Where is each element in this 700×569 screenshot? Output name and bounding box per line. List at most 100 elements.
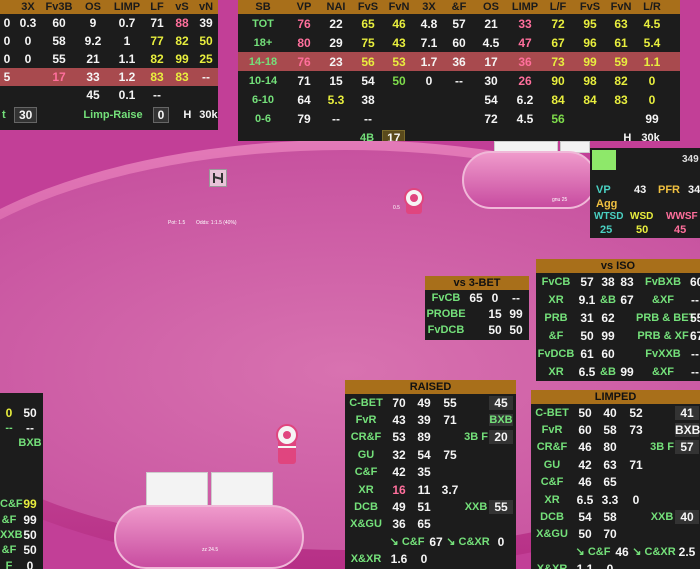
stat-cell: 76 <box>297 54 311 69</box>
raised-panel[interactable]: RAISED C-BET 70 49 55 45 FvR 43 39 71 BXB CR&F 53 89… <box>345 380 516 569</box>
stat-cell: 46 <box>615 544 629 559</box>
stat-cell: 53 <box>392 430 406 445</box>
vs-iso-row: &F 50 99 PRB & XF67 <box>536 327 700 345</box>
stat-cell: FvXXB <box>645 348 681 360</box>
top-hud-header: SB VP NAI FvS FvN 3X &F OS LIMP L/F FvS FvN L/R <box>238 0 680 14</box>
vs-iso-panel[interactable]: vs ISO FvCB573883FvBXB60XR9.1&B67&XF--PR… <box>536 259 700 381</box>
top-hud-row: 0-6 79 -- -- 72 4.5 56 99 <box>238 109 680 128</box>
bottom-left-row: -- -- <box>0 420 43 435</box>
stat-cell: 50 <box>580 329 594 343</box>
stat-cell: C&F <box>0 498 23 511</box>
stat-cell: 50 <box>578 527 592 542</box>
stat-cell: 77 <box>150 34 164 48</box>
agg-label: Agg <box>596 198 618 210</box>
stat-cell: 82 <box>614 73 628 88</box>
stat-cell: 57 <box>675 440 699 455</box>
top-seat-plaque[interactable]: gnu 25 <box>462 151 597 209</box>
stat-cell: 17 <box>52 70 66 84</box>
raised-row: GU 32 54 75 <box>345 446 516 463</box>
stat-cell: 0 <box>632 492 640 507</box>
stat-cell: PRB <box>544 312 568 324</box>
stat-cell: FvCB <box>541 276 571 288</box>
player-status-indicator <box>592 150 616 170</box>
limped-panel[interactable]: LIMPED C-BET 50 40 52 41 FvR 60 58 73 BXB CR&F 46 80… <box>531 390 700 569</box>
stat-cell: 65 <box>361 16 375 31</box>
stat-cell: 52 <box>629 405 643 420</box>
top-hud-col: &F <box>451 1 467 13</box>
limped-row: C-BET 50 40 52 41 <box>531 404 700 421</box>
bottom-left-row <box>0 451 43 466</box>
top-hud-panel[interactable]: SB VP NAI FvS FvN 3X &F OS LIMP L/F FvS FvN L/R TOT 7… <box>238 0 680 141</box>
stat-cell: 50 <box>509 323 523 337</box>
hands-value: 30k <box>199 109 218 121</box>
stat-cell: CR&F <box>536 441 568 454</box>
stat-cell: -- <box>5 421 13 434</box>
stat-cell: X&GU <box>350 518 382 531</box>
stat-cell: 2.5 <box>678 544 696 559</box>
stat-cell: 60 <box>52 16 66 30</box>
stat-cell: 83 <box>620 275 634 289</box>
stat-cell: 0 <box>491 291 499 305</box>
vp-value: 43 <box>634 184 647 196</box>
bottom-left-row <box>0 466 43 481</box>
hero-seat-plaque[interactable]: zz 24.5 <box>114 505 304 569</box>
stat-cell: 33 <box>518 16 532 31</box>
limped-row: CR&F 46 80 3B F 57 <box>531 439 700 456</box>
stat-cell: &XF <box>652 294 674 306</box>
poker-chip-icon <box>403 188 425 216</box>
stat-cell: 1.2 <box>118 70 136 84</box>
raised-row: ↘ C&F 67 ↘ C&XR 0 <box>345 533 516 550</box>
stat-cell: 90 <box>551 73 565 88</box>
stat-cell: 67 <box>551 35 565 50</box>
left-hud-panel[interactable]: 3X Fv3B OS LIMP LF vS vN 0 0.3 60 9 0.7 71 88 3… <box>0 0 218 130</box>
pot-text: Pot: 1.5 <box>168 220 186 226</box>
vs-3bet-panel[interactable]: vs 3-BET FvCB 65 0 -- PROBE 15 99 FvDCB 50 50 <box>425 276 529 340</box>
stat-cell: 46 <box>578 440 592 455</box>
bottom-left-panel[interactable]: 0 50 -- -- BXB C&F 99 &F 99 XXB 50 &F 50 F 0 <box>0 393 43 569</box>
stat-cell: 54 <box>417 447 431 462</box>
vs-iso-row: FvCB 57 38 83 FvBXB 60 <box>536 273 700 291</box>
stat-cell: 38 <box>601 275 615 289</box>
stat-cell: 50 <box>23 405 37 420</box>
stat-cell: 36 <box>452 54 466 69</box>
stat-cell: 3.7 <box>441 482 459 497</box>
stat-cell: 70 <box>603 527 617 542</box>
stat-cell: 7.1 <box>420 35 438 50</box>
stat-cell: 50 <box>23 543 37 558</box>
stat-cell: 15 <box>329 73 343 88</box>
stat-cell: 99 <box>645 111 659 126</box>
stat-cell: 55 <box>489 500 513 515</box>
stat-cell: 99 <box>620 365 634 379</box>
stat-cell: 22 <box>329 16 343 31</box>
stat-cell: GU <box>357 448 375 461</box>
stat-cell: 41 <box>675 405 699 420</box>
top-hands-value: 30k <box>641 132 660 141</box>
stat-cell: XXB <box>464 501 488 514</box>
top-hud-col: FvS <box>357 1 379 13</box>
stat-cell: 83 <box>150 70 164 84</box>
limped-row: DCB 54 58 XXB 40 <box>531 508 700 525</box>
vs-iso-row: XR 9.1 &B 67 &XF -- <box>536 291 700 309</box>
stat-cell: -- <box>202 70 210 84</box>
stat-cell: 40 <box>675 510 699 525</box>
stat-cell: 80 <box>603 440 617 455</box>
bottom-left-row: &F 50 <box>0 543 43 558</box>
stat-cell: 46 <box>578 475 592 490</box>
stat-cell: XR <box>548 366 564 378</box>
stat-cell: C-BET <box>349 396 383 409</box>
stat-cell: 95 <box>583 16 597 31</box>
left-hud-header: 3X Fv3B OS LIMP LF vS vN <box>0 0 218 14</box>
stat-cell: 55 <box>690 311 700 325</box>
limped-row: ↘ C&F 46 ↘ C&XR 2.5 <box>531 543 700 560</box>
top-hud-col: 3X <box>422 1 436 13</box>
left-hud-col: Fv3B <box>45 1 73 13</box>
top-hud-row: 10-14 71 15 54 50 0 -- 30 26 90 98 82 0 <box>238 71 680 90</box>
stat-cell: 63 <box>603 457 617 472</box>
stat-cell: 65 <box>603 475 617 490</box>
stat-cell: 53 <box>392 54 406 69</box>
top-hud-col: FvS <box>579 1 601 13</box>
stat-cell: F <box>5 559 13 569</box>
stat-cell: 39 <box>199 16 213 30</box>
hero-card-left <box>146 472 208 506</box>
player-stats-panel[interactable]: 349 VP 43 PFR 34 Agg WTSD WSD WWSF 25 50… <box>590 148 700 238</box>
